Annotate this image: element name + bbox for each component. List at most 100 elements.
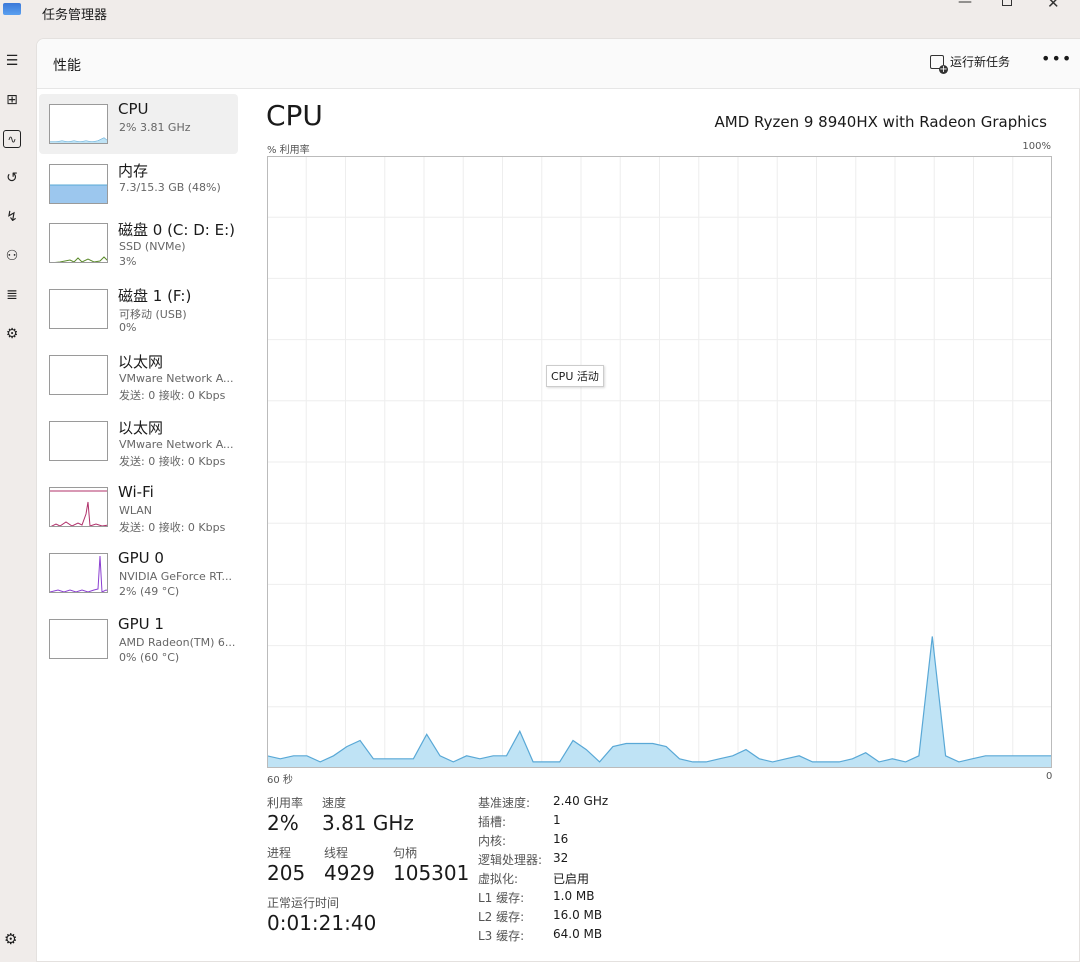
cpu-heading: CPU (266, 99, 323, 132)
ethernet-1-thumbnail (49, 355, 108, 395)
resource-item-wifi[interactable]: Wi-Fi WLAN 发送: 0 接收: 0 Kbps (39, 477, 238, 537)
threads-value: 4929 (324, 861, 375, 885)
maximize-button[interactable] (1002, 0, 1012, 6)
cores-label: 内核: (478, 834, 507, 848)
resource-item-ethernet-1[interactable]: 以太网 VMware Network A... 发送: 0 接收: 0 Kbps (39, 345, 238, 405)
resource-item-disk-0[interactable]: 磁盘 0 (C: D: E:) SSD (NVMe) 3% (39, 213, 238, 273)
resource-detail: VMware Network A... (119, 438, 234, 451)
speed-value: 3.81 GHz (322, 811, 414, 835)
cpu-thumbnail (49, 104, 108, 144)
title-bar: 任务管理器 — ✕ (0, 0, 1080, 36)
resource-detail: VMware Network A... (119, 372, 234, 385)
base-speed-value: 2.40 GHz (553, 794, 609, 808)
sockets-label: 插槽: (478, 815, 507, 829)
processes-label: 进程 (267, 846, 292, 860)
cpu-usage-chart (267, 156, 1052, 768)
close-button[interactable]: ✕ (1047, 0, 1060, 12)
l1-cache-label: L1 缓存: (478, 891, 525, 905)
speed-label: 速度 (322, 796, 347, 810)
resource-item-gpu-0[interactable]: GPU 0 NVIDIA GeForce RT... 2% (49 °C) (39, 543, 238, 603)
resource-item-ethernet-2[interactable]: 以太网 VMware Network A... 发送: 0 接收: 0 Kbps (39, 411, 238, 471)
app-title: 任务管理器 (42, 8, 108, 23)
page-title: 性能 (53, 58, 81, 74)
chart-tooltip: CPU 活动 (546, 365, 604, 387)
more-options-button[interactable]: ••• (1041, 49, 1072, 68)
resource-detail: WLAN (119, 504, 153, 517)
cpu-model-name: AMD Ryzen 9 8940HX with Radeon Graphics (714, 113, 1047, 131)
disk-1-thumbnail (49, 289, 108, 329)
logical-processors-value: 32 (553, 851, 569, 865)
resource-name: CPU (118, 100, 149, 118)
resource-usage: 3% (119, 255, 137, 268)
app-history-icon[interactable]: ↺ (3, 169, 21, 187)
resource-detail: NVIDIA GeForce RT... (119, 570, 233, 583)
services-icon[interactable]: ⚙ (3, 325, 21, 343)
resource-detail: AMD Radeon(TM) 6... (119, 636, 236, 649)
resource-usage: 发送: 0 接收: 0 Kbps (119, 521, 226, 534)
processes-value: 205 (267, 861, 306, 885)
virtualization-label: 虚拟化: (478, 872, 519, 886)
resource-item-memory[interactable]: 内存 7.3/15.3 GB (48%) (39, 154, 238, 214)
ethernet-2-thumbnail (49, 421, 108, 461)
task-manager-icon (3, 3, 21, 15)
main-panel: 性能 运行新任务 ••• CPU 2% 3.81 GHz 内存 7.3/15.3… (36, 38, 1080, 962)
handles-value: 105301 (393, 861, 470, 885)
resource-usage: 0% (119, 321, 137, 334)
resource-usage: 2% (49 °C) (119, 585, 180, 598)
l1-cache-value: 1.0 MB (553, 889, 595, 903)
resource-name: 以太网 (118, 353, 164, 371)
l3-cache-label: L3 缓存: (478, 929, 525, 943)
gpu-1-thumbnail (49, 619, 108, 659)
uptime-value: 0:01:21:40 (267, 911, 377, 935)
settings-icon[interactable]: ⚙ (4, 930, 17, 948)
run-new-task-button[interactable]: 运行新任务 (930, 53, 1011, 74)
memory-thumbnail (49, 164, 108, 204)
chart-max-label: 100% (1022, 141, 1051, 152)
resource-name: 以太网 (118, 419, 164, 437)
handles-label: 句柄 (393, 846, 418, 860)
run-task-label: 运行新任务 (950, 55, 1011, 69)
resource-name: 磁盘 0 (C: D: E:) (118, 221, 235, 239)
x-axis-start-label: 60 秒 (267, 775, 293, 786)
resource-detail: 可移动 (USB) (119, 308, 187, 321)
resource-item-disk-1[interactable]: 磁盘 1 (F:) 可移动 (USB) 0% (39, 279, 238, 339)
cores-value: 16 (553, 832, 569, 846)
gpu-0-thumbnail (49, 553, 108, 593)
l2-cache-label: L2 缓存: (478, 910, 525, 924)
minimize-button[interactable]: — (958, 0, 972, 10)
hamburger-menu-icon[interactable]: ☰ (3, 52, 21, 70)
resource-name: 磁盘 1 (F:) (118, 287, 192, 305)
base-speed-label: 基准速度: (478, 796, 531, 810)
run-task-icon (930, 54, 948, 74)
resource-usage: 发送: 0 接收: 0 Kbps (119, 455, 226, 468)
performance-icon[interactable]: ∿ (3, 130, 21, 148)
wifi-thumbnail (49, 487, 108, 527)
users-icon[interactable]: ⚇ (3, 247, 21, 265)
threads-label: 线程 (324, 846, 349, 860)
virtualization-value: 已启用 (553, 872, 590, 886)
resource-item-gpu-1[interactable]: GPU 1 AMD Radeon(TM) 6... 0% (60 °C) (39, 609, 238, 669)
sockets-value: 1 (553, 813, 561, 827)
x-axis-end-label: 0 (1046, 771, 1053, 782)
startup-apps-icon[interactable]: ↯ (3, 208, 21, 226)
resource-detail: SSD (NVMe) (119, 240, 186, 253)
uptime-label: 正常运行时间 (267, 896, 340, 910)
header-bar: 性能 运行新任务 ••• (37, 39, 1080, 89)
resource-usage: 0% (60 °C) (119, 651, 180, 664)
resource-detail: 7.3/15.3 GB (48%) (119, 181, 221, 194)
disk-0-thumbnail (49, 223, 108, 263)
l3-cache-value: 64.0 MB (553, 927, 603, 941)
utilization-label: 利用率 (267, 796, 304, 810)
chart-y-label: % 利用率 (267, 145, 310, 156)
resource-name: GPU 1 (118, 615, 164, 633)
resource-name: Wi-Fi (118, 483, 154, 501)
resource-usage: 发送: 0 接收: 0 Kbps (119, 389, 226, 402)
resource-detail: 2% 3.81 GHz (119, 121, 191, 134)
processes-icon[interactable]: ⊞ (3, 91, 21, 109)
details-icon[interactable]: ≣ (3, 286, 21, 304)
resource-name: 内存 (118, 162, 149, 180)
utilization-value: 2% (267, 811, 299, 835)
l2-cache-value: 16.0 MB (553, 908, 603, 922)
logical-processors-label: 逻辑处理器: (478, 853, 543, 867)
resource-item-cpu[interactable]: CPU 2% 3.81 GHz (39, 94, 238, 154)
